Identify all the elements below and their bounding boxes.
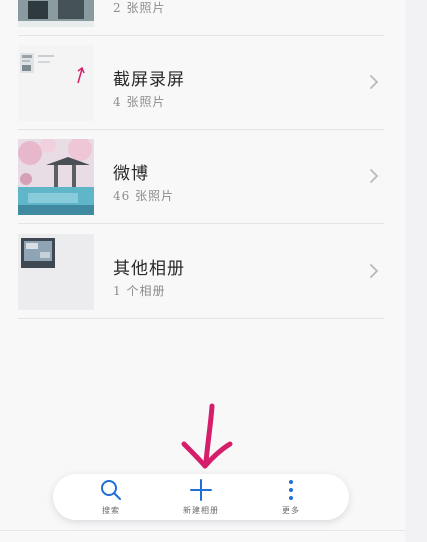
chevron-right-icon (364, 166, 384, 186)
new-album-label: 新建相册 (183, 506, 219, 515)
album-item-weibo[interactable]: 微博 46 张照片 (18, 129, 384, 224)
album-count: 2 张照片 (113, 1, 166, 15)
bottom-divider (0, 530, 405, 531)
album-thumbnail (18, 234, 94, 310)
more-button[interactable]: 更多 (251, 474, 331, 520)
album-count: 46 张照片 (113, 189, 175, 203)
album-thumbnail (18, 139, 94, 215)
chevron-right-icon (364, 72, 384, 92)
album-item-other-albums[interactable]: 其他相册 1 个相册 (18, 224, 384, 319)
more-vertical-icon (279, 478, 303, 502)
search-icon (99, 478, 123, 502)
album-count: 1 个相册 (113, 284, 166, 298)
album-screen: 2 张照片 截屏录屏 4 张照片 微博 46 张照片 其他相册 1 个相册 搜索… (0, 0, 427, 542)
album-title: 截屏录屏 (113, 70, 185, 90)
chevron-right-icon (364, 261, 384, 281)
bottom-action-bar: 搜索 新建相册 更多 (53, 474, 349, 520)
annotation-arrow-icon (178, 400, 238, 480)
album-thumbnail (18, 45, 94, 121)
search-button[interactable]: 搜索 (71, 474, 151, 520)
search-label: 搜索 (102, 506, 120, 515)
album-title: 其他相册 (113, 259, 185, 279)
album-thumbnail (18, 0, 94, 27)
album-item-camera[interactable]: 2 张照片 (18, 0, 384, 36)
more-label: 更多 (282, 506, 300, 515)
album-title: 微博 (113, 164, 149, 184)
edge-strip (405, 0, 427, 542)
new-album-button[interactable]: 新建相册 (161, 474, 241, 520)
album-item-screenshots[interactable]: 截屏录屏 4 张照片 (18, 35, 384, 130)
plus-icon (189, 478, 213, 502)
album-count: 4 张照片 (113, 95, 166, 109)
